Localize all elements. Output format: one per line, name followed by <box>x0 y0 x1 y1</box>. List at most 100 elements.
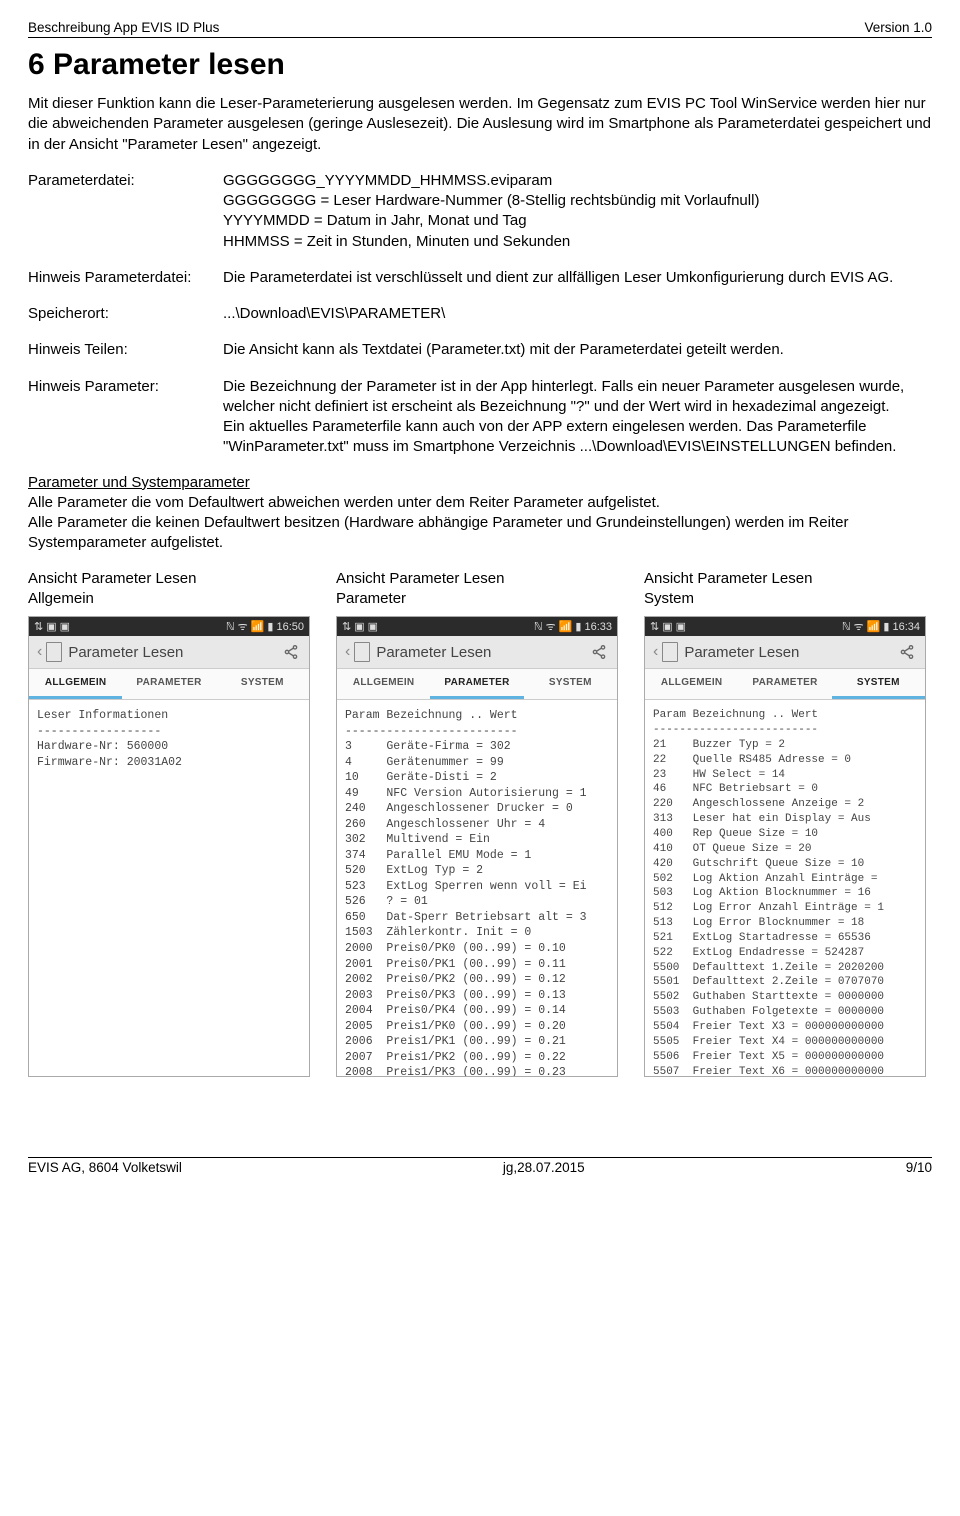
screenshot-allgemein: Ansicht Parameter Lesen Allgemein ⇅▣▣ ℕᯤ… <box>28 569 316 1077</box>
tab-system[interactable]: SYSTEM <box>832 669 925 699</box>
caption-line: Allgemein <box>28 590 94 607</box>
section-heading: 6 Parameter lesen <box>28 48 932 82</box>
def-paragraph: Ein aktuelles Parameterfile kann auch vo… <box>223 417 932 458</box>
back-icon[interactable]: ‹ <box>33 643 46 661</box>
def-label: Hinweis Parameter: <box>28 377 223 458</box>
doc-title: Beschreibung App EVIS ID Plus <box>28 20 219 35</box>
wifi-icon: ᯤ <box>546 619 556 634</box>
battery-icon: ▮ <box>267 620 273 633</box>
screenshot-row: Ansicht Parameter Lesen Allgemein ⇅▣▣ ℕᯤ… <box>28 569 932 1077</box>
wifi-icon: ᯤ <box>854 619 864 634</box>
nfc-icon: ℕ <box>226 620 235 633</box>
def-hinweis-parameterdatei: Hinweis Parameterdatei: Die Parameterdat… <box>28 268 932 288</box>
caption-line: Ansicht Parameter Lesen <box>644 570 812 587</box>
tab-system[interactable]: SYSTEM <box>524 669 617 699</box>
back-icon[interactable]: ‹ <box>649 643 662 661</box>
def-label: Hinweis Teilen: <box>28 340 223 360</box>
notif-icon: ▣ <box>662 620 672 633</box>
def-paragraph: Die Bezeichnung der Parameter ist in der… <box>223 377 932 418</box>
footer-right: 9/10 <box>906 1160 932 1175</box>
def-value: ...\Download\EVIS\PARAMETER\ <box>223 304 932 324</box>
tab-parameter[interactable]: PARAMETER <box>738 669 831 699</box>
screenshot-system: Ansicht Parameter Lesen System ⇅▣▣ ℕᯤ📶▮1… <box>644 569 932 1077</box>
app-bar: ‹ Parameter Lesen <box>29 636 309 669</box>
status-bar: ⇅▣▣ ℕᯤ📶▮16:34 <box>645 617 925 636</box>
share-icon[interactable] <box>893 643 921 661</box>
signal-icon: 📶 <box>867 620 881 633</box>
appbar-title: Parameter Lesen <box>684 644 893 661</box>
status-bar: ⇅▣▣ ℕᯤ📶▮16:50 <box>29 617 309 636</box>
phone-mock: ⇅▣▣ ℕᯤ📶▮16:50 ‹ Parameter Lesen ALLGEMEI… <box>28 616 310 1077</box>
caption-line: Ansicht Parameter Lesen <box>336 570 504 587</box>
back-icon[interactable]: ‹ <box>341 643 354 661</box>
subsection-heading: Parameter und Systemparameter <box>28 474 932 491</box>
notif-icon: ▣ <box>46 620 56 633</box>
intro-paragraph: Mit dieser Funktion kann die Leser-Param… <box>28 94 932 155</box>
share-icon[interactable] <box>585 643 613 661</box>
screen-content: Param Bezeichnung .. Wert --------------… <box>645 700 925 1076</box>
tab-allgemein[interactable]: ALLGEMEIN <box>645 669 738 699</box>
def-hinweis-teilen: Hinweis Teilen: Die Ansicht kann als Tex… <box>28 340 932 360</box>
doc-icon <box>46 642 62 662</box>
caption-line: Parameter <box>336 590 406 607</box>
clock: 16:50 <box>276 621 304 633</box>
doc-icon <box>662 642 678 662</box>
def-speicherort: Speicherort: ...\Download\EVIS\PARAMETER… <box>28 304 932 324</box>
usb-icon: ⇅ <box>34 620 43 633</box>
usb-icon: ⇅ <box>342 620 351 633</box>
subsection-text: Alle Parameter die vom Defaultwert abwei… <box>28 493 932 554</box>
def-line: GGGGGGGG = Leser Hardware-Nummer (8-Stel… <box>223 191 932 211</box>
battery-icon: ▮ <box>575 620 581 633</box>
clock: 16:34 <box>892 621 920 633</box>
def-label: Parameterdatei: <box>28 171 223 252</box>
tab-allgemein[interactable]: ALLGEMEIN <box>337 669 430 699</box>
signal-icon: 📶 <box>251 620 265 633</box>
wifi-icon: ᯤ <box>238 619 248 634</box>
page-footer: EVIS AG, 8604 Volketswil jg,28.07.2015 9… <box>28 1157 932 1175</box>
signal-icon: 📶 <box>559 620 573 633</box>
screenshot-parameter: Ansicht Parameter Lesen Parameter ⇅▣▣ ℕᯤ… <box>336 569 624 1077</box>
notif-icon: ▣ <box>676 620 686 633</box>
usb-icon: ⇅ <box>650 620 659 633</box>
caption-line: Ansicht Parameter Lesen <box>28 570 196 587</box>
tab-system[interactable]: SYSTEM <box>216 669 309 699</box>
share-icon[interactable] <box>277 643 305 661</box>
screen-content: Leser Informationen ------------------ H… <box>29 700 309 1076</box>
def-hinweis-parameter: Hinweis Parameter: Die Bezeichnung der P… <box>28 377 932 458</box>
def-parameterdatei: Parameterdatei: GGGGGGGG_YYYYMMDD_HHMMSS… <box>28 171 932 252</box>
def-line: HHMMSS = Zeit in Stunden, Minuten und Se… <box>223 232 932 252</box>
doc-icon <box>354 642 370 662</box>
def-value: Die Parameterdatei ist verschlüsselt und… <box>223 268 932 288</box>
notif-icon: ▣ <box>354 620 364 633</box>
tab-parameter[interactable]: PARAMETER <box>122 669 215 699</box>
def-line: GGGGGGGG_YYYYMMDD_HHMMSS.eviparam <box>223 171 932 191</box>
screen-content: Param Bezeichnung .. Wert --------------… <box>337 700 617 1076</box>
nfc-icon: ℕ <box>534 620 543 633</box>
def-line: YYYYMMDD = Datum in Jahr, Monat und Tag <box>223 211 932 231</box>
footer-left: EVIS AG, 8604 Volketswil <box>28 1160 182 1175</box>
tab-parameter[interactable]: PARAMETER <box>430 669 523 699</box>
tab-bar: ALLGEMEIN PARAMETER SYSTEM <box>337 669 617 700</box>
clock: 16:33 <box>584 621 612 633</box>
doc-version: Version 1.0 <box>864 20 932 35</box>
def-label: Hinweis Parameterdatei: <box>28 268 223 288</box>
appbar-title: Parameter Lesen <box>68 644 277 661</box>
app-bar: ‹ Parameter Lesen <box>645 636 925 669</box>
tab-bar: ALLGEMEIN PARAMETER SYSTEM <box>29 669 309 700</box>
status-bar: ⇅▣▣ ℕᯤ📶▮16:33 <box>337 617 617 636</box>
footer-center: jg,28.07.2015 <box>503 1160 585 1175</box>
def-label: Speicherort: <box>28 304 223 324</box>
tab-allgemein[interactable]: ALLGEMEIN <box>29 669 122 699</box>
appbar-title: Parameter Lesen <box>376 644 585 661</box>
phone-mock: ⇅▣▣ ℕᯤ📶▮16:34 ‹ Parameter Lesen ALLGEMEI… <box>644 616 926 1077</box>
nfc-icon: ℕ <box>842 620 851 633</box>
page-header: Beschreibung App EVIS ID Plus Version 1.… <box>28 20 932 38</box>
notif-icon: ▣ <box>60 620 70 633</box>
notif-icon: ▣ <box>368 620 378 633</box>
phone-mock: ⇅▣▣ ℕᯤ📶▮16:33 ‹ Parameter Lesen ALLGEMEI… <box>336 616 618 1077</box>
def-value: Die Ansicht kann als Textdatei (Paramete… <box>223 340 932 360</box>
caption-line: System <box>644 590 694 607</box>
battery-icon: ▮ <box>883 620 889 633</box>
app-bar: ‹ Parameter Lesen <box>337 636 617 669</box>
tab-bar: ALLGEMEIN PARAMETER SYSTEM <box>645 669 925 700</box>
